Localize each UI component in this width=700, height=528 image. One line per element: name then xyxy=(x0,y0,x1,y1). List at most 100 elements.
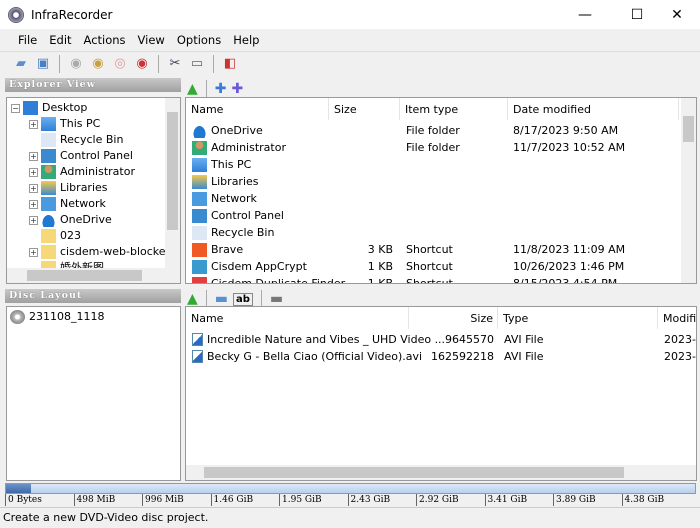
add-icon[interactable]: ✚ xyxy=(215,81,227,97)
file-size xyxy=(329,156,393,173)
expand-icon[interactable]: + xyxy=(29,183,38,193)
expand-icon[interactable]: + xyxy=(29,199,38,209)
file-name: Cisdem Duplicate Finder xyxy=(211,277,346,284)
disc-column-header-modifi[interactable]: Modifi xyxy=(658,307,696,329)
new-folder-icon[interactable]: ▬ xyxy=(215,291,228,307)
file-size: 1 KB xyxy=(367,277,393,284)
column-header-item-type[interactable]: Item type xyxy=(400,98,508,120)
column-header-size[interactable]: Size xyxy=(329,98,400,120)
net-icon xyxy=(192,191,207,206)
menu-help[interactable]: Help xyxy=(227,33,265,47)
file-row[interactable]: Administrator xyxy=(192,139,286,156)
expand-icon[interactable]: + xyxy=(29,215,38,225)
save-project-button[interactable]: ▣ xyxy=(34,55,52,73)
video-file-icon xyxy=(192,350,203,363)
tree-item[interactable]: 023 xyxy=(11,228,173,244)
expand-icon[interactable]: + xyxy=(29,151,38,161)
tree-item-label: 023 xyxy=(60,229,81,242)
bin-icon xyxy=(192,225,207,240)
file-type: File folder xyxy=(406,141,460,154)
disc-column-header-type[interactable]: Type xyxy=(498,307,658,329)
file-type: AVI File xyxy=(504,350,544,363)
toolbar-separator xyxy=(158,54,159,73)
disc-horizontal-scrollbar[interactable] xyxy=(186,465,696,480)
file-row[interactable]: OneDrive xyxy=(192,122,263,139)
folder-icon xyxy=(41,245,56,259)
disc-file-row[interactable]: Incredible Nature and Vibes _ UHD Video … xyxy=(192,331,445,348)
file-size xyxy=(329,207,393,224)
menu-edit[interactable]: Edit xyxy=(43,33,77,47)
open-project-button[interactable]: ▰ xyxy=(12,55,30,73)
capacity-ticks: 0 Bytes 498 MiB 996 MiB 1.46 GiB 1.95 GiB 2.4… xyxy=(5,494,696,506)
tree-item[interactable]: − Desktop xyxy=(11,100,173,116)
expand-icon[interactable]: + xyxy=(29,167,38,177)
tree-item[interactable]: + Network xyxy=(11,196,173,212)
file-name: Control Panel xyxy=(211,209,284,222)
tree-item[interactable]: + Control Panel xyxy=(11,148,173,164)
file-date: 11/8/2023 11:09 AM xyxy=(513,243,626,256)
file-row[interactable]: Libraries xyxy=(192,173,259,190)
file-name: Brave xyxy=(211,243,244,256)
capacity-tick: 3.41 GiB xyxy=(484,494,527,506)
disc-column-header-size[interactable]: Size xyxy=(409,307,498,329)
tree-item-label: Desktop xyxy=(42,101,88,114)
menu-file[interactable]: File xyxy=(12,33,43,47)
close-button[interactable]: ✕ xyxy=(654,0,700,29)
disc-tree[interactable]: 231108_1118 xyxy=(6,306,181,481)
tree-item[interactable]: Recycle Bin xyxy=(11,132,173,148)
minimize-button[interactable]: — xyxy=(562,0,608,29)
disc-file-row[interactable]: Becky G - Bella Ciao (Official Video).av… xyxy=(192,348,422,365)
file-row[interactable]: This PC xyxy=(192,156,251,173)
lib-icon xyxy=(192,174,207,189)
cloud-icon xyxy=(192,123,207,138)
up-arrow-icon[interactable]: ▲ xyxy=(187,291,198,307)
tree-item-label: Administrator xyxy=(60,165,135,178)
file-size xyxy=(329,190,393,207)
tree-vertical-scrollbar[interactable] xyxy=(165,98,180,270)
file-row[interactable]: Cisdem AppCrypt xyxy=(192,258,307,275)
explorer-file-list[interactable]: Name Size Item type Date modified ^ OneDrive F… xyxy=(185,97,697,284)
file-name: This PC xyxy=(211,158,252,171)
file-row[interactable]: Network xyxy=(192,190,257,207)
expand-icon[interactable]: + xyxy=(29,119,38,129)
list-vertical-scrollbar[interactable] xyxy=(681,98,696,283)
menu-view[interactable]: View xyxy=(132,33,171,47)
remove-icon[interactable]: ▬ xyxy=(270,291,283,307)
dup-icon xyxy=(192,276,207,283)
file-row[interactable]: Recycle Bin xyxy=(192,224,274,241)
disc-root[interactable]: 231108_1118 xyxy=(10,309,105,325)
burn-image-button[interactable]: ◉ xyxy=(67,55,85,73)
tree-item[interactable]: + cisdem-web-blocker- xyxy=(11,244,173,260)
burn-compilation-button[interactable]: ◉ xyxy=(89,55,107,73)
file-size: 3 KB xyxy=(367,243,393,256)
tree-item[interactable]: + Libraries xyxy=(11,180,173,196)
status-bar: Create a new DVD-Video disc project. xyxy=(0,507,700,528)
exit-button[interactable]: ◧ xyxy=(221,55,239,73)
tree-item[interactable]: + This PC xyxy=(11,116,173,132)
bin-icon xyxy=(41,133,56,147)
disc-info-button[interactable]: ▭ xyxy=(188,55,206,73)
file-row[interactable]: Control Panel xyxy=(192,207,284,224)
copy-disc-button[interactable]: ◎ xyxy=(111,55,129,73)
sort-arrow-icon: ^ xyxy=(294,306,302,314)
tree-item[interactable]: + OneDrive xyxy=(11,212,173,228)
disc-info-icon: ▭ xyxy=(190,56,204,71)
tools-button[interactable]: ✂ xyxy=(166,55,184,73)
tree-item[interactable]: + Administrator xyxy=(11,164,173,180)
rename-icon[interactable]: ab xyxy=(233,292,253,306)
up-arrow-icon[interactable]: ▲ xyxy=(187,81,198,97)
explorer-tree[interactable]: − Desktop + This PC Recycle Bin + Control Pane… xyxy=(6,97,181,284)
file-row[interactable]: Cisdem Duplicate Finder xyxy=(192,275,346,284)
erase-disc-button[interactable]: ◉ xyxy=(133,55,151,73)
file-name: Cisdem AppCrypt xyxy=(211,260,307,273)
file-row[interactable]: Brave xyxy=(192,241,243,258)
menu-options[interactable]: Options xyxy=(171,33,227,47)
add-all-icon[interactable]: ✚ xyxy=(232,81,244,97)
column-header-date-modified[interactable]: Date modified xyxy=(508,98,679,120)
tree-horizontal-scrollbar[interactable] xyxy=(7,268,180,283)
tools-icon: ✂ xyxy=(169,56,181,71)
menu-actions[interactable]: Actions xyxy=(78,33,132,47)
disc-file-list[interactable]: Name Size Type Modifi ^ Incredible Nature and… xyxy=(185,306,697,481)
collapse-icon[interactable]: − xyxy=(11,103,20,113)
expand-icon[interactable]: + xyxy=(29,247,38,257)
